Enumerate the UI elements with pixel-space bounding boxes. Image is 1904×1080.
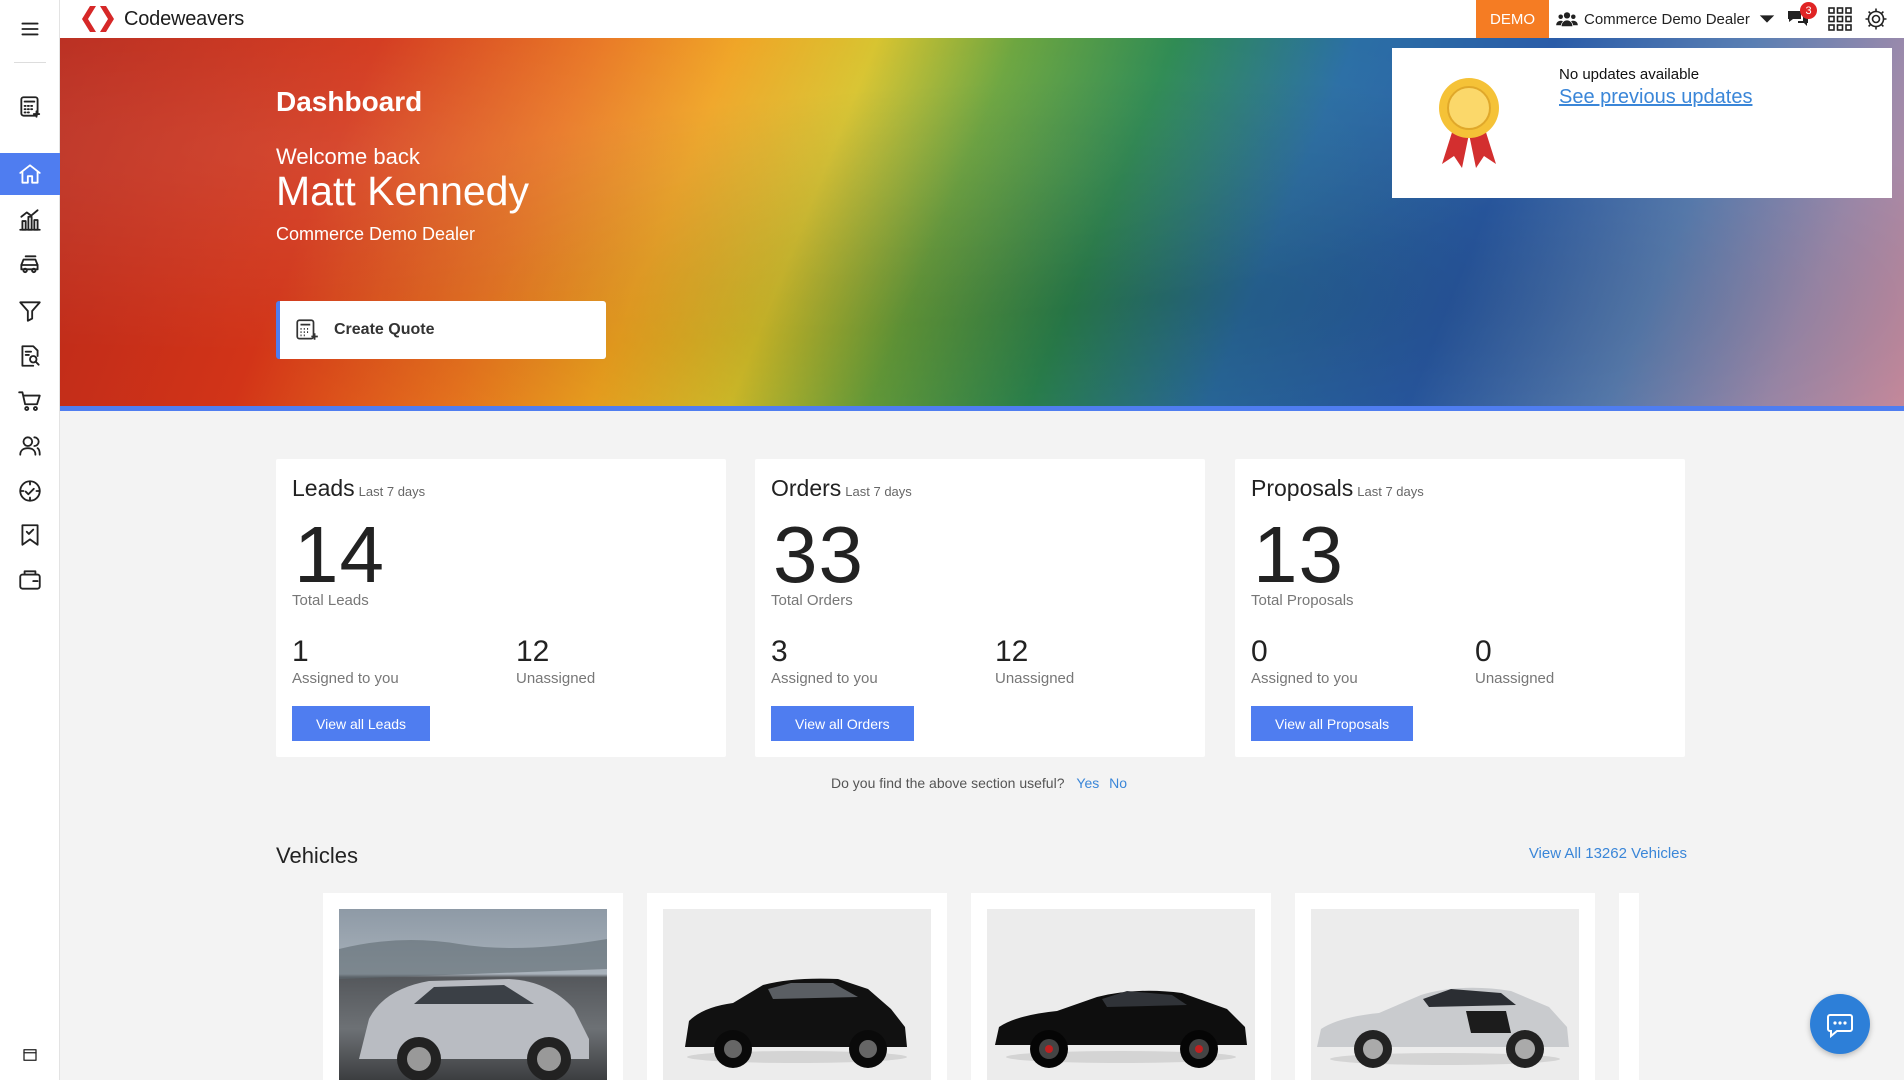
cart-icon[interactable] <box>0 380 60 422</box>
codeweavers-logo-icon <box>82 6 114 32</box>
notification-badge: 3 <box>1800 2 1817 19</box>
view-all-vehicles-link[interactable]: View All 13262 Vehicles <box>1529 845 1687 862</box>
document-search-icon[interactable] <box>0 335 60 377</box>
bookmark-icon[interactable] <box>0 514 60 556</box>
vehicle-card[interactable] <box>1619 893 1639 1080</box>
user-name: Matt Kennedy <box>276 168 529 214</box>
total-count: 33 <box>773 510 864 599</box>
chat-icon <box>1827 1014 1853 1039</box>
dealer-select-label: Commerce Demo Dealer <box>1584 10 1750 28</box>
vehicle-photo <box>339 909 607 1080</box>
settings-gear-icon[interactable] <box>1863 6 1889 32</box>
vehicle-card[interactable] <box>1295 893 1595 1080</box>
analytics-icon[interactable] <box>0 199 60 241</box>
vehicle-card[interactable] <box>971 893 1271 1080</box>
demo-badge: DEMO <box>1476 0 1549 38</box>
assigned-label: Assigned to you <box>1251 670 1358 687</box>
welcome-text: Welcome back <box>276 144 420 169</box>
assigned-label: Assigned to you <box>292 670 399 687</box>
create-quote-button[interactable]: Create Quote <box>276 301 606 359</box>
topbar: Codeweavers DEMO Commerce Demo Dealer 3 <box>60 0 1904 38</box>
orders-card: Orders Last 7 days 33 Total Orders 3 Assi… <box>755 459 1205 757</box>
feedback-prompt: Do you find the above section useful? Ye… <box>831 775 1127 791</box>
live-chat-button[interactable] <box>1810 994 1870 1054</box>
badge-check-icon[interactable] <box>0 470 60 512</box>
total-label: Total Orders <box>771 592 853 609</box>
see-previous-updates-link[interactable]: See previous updates <box>1559 86 1752 109</box>
card-period: Last 7 days <box>845 484 912 499</box>
chevron-down-icon <box>1759 15 1775 23</box>
updates-panel: No updates available See previous update… <box>1392 48 1892 198</box>
unassigned-label: Unassigned <box>516 670 596 687</box>
unassigned-count: 0 <box>1475 635 1492 668</box>
card-period: Last 7 days <box>1357 484 1424 499</box>
group-icon <box>1556 12 1578 27</box>
unassigned-count: 12 <box>995 635 1029 668</box>
proposals-card: Proposals Last 7 days 13 Total Proposals … <box>1235 459 1685 757</box>
view-all-proposals-button[interactable]: View all Proposals <box>1251 706 1414 741</box>
assigned-count: 0 <box>1251 635 1268 668</box>
car-icon[interactable] <box>0 244 60 286</box>
calculator-icon <box>296 319 318 340</box>
total-label: Total Proposals <box>1251 592 1354 609</box>
wallet-icon[interactable] <box>0 559 60 601</box>
hero-divider <box>60 406 1904 411</box>
sidebar-divider <box>14 62 46 63</box>
menu-icon[interactable] <box>0 8 60 50</box>
assigned-count: 1 <box>292 635 309 668</box>
total-count: 13 <box>1253 510 1344 599</box>
window-icon[interactable] <box>0 1034 60 1076</box>
unassigned-label: Unassigned <box>995 670 1075 687</box>
view-all-leads-button[interactable]: View all Leads <box>292 706 431 741</box>
card-title: Orders Last 7 days <box>771 475 912 501</box>
vehicles-heading: Vehicles <box>276 843 358 868</box>
feedback-yes-link[interactable]: Yes <box>1076 775 1099 791</box>
page-title: Dashboard <box>276 86 423 117</box>
assigned-label: Assigned to you <box>771 670 878 687</box>
total-count: 14 <box>294 510 385 599</box>
card-period: Last 7 days <box>358 484 426 499</box>
dealer-select[interactable]: Commerce Demo Dealer <box>1556 0 1778 38</box>
feedback-question: Do you find the above section useful? <box>831 775 1065 791</box>
vehicle-photo <box>987 909 1255 1080</box>
view-all-orders-button[interactable]: View all Orders <box>771 706 914 741</box>
leads-card: Leads Last 7 days 14 Total Leads 1 Assign… <box>276 459 726 757</box>
app-logo[interactable]: Codeweavers <box>80 4 244 34</box>
users-icon[interactable] <box>0 425 60 467</box>
vehicle-photo <box>1311 909 1579 1080</box>
assigned-count: 3 <box>771 635 788 668</box>
award-medal-icon <box>1439 78 1499 168</box>
unassigned-count: 12 <box>516 635 550 668</box>
create-quote-label: Create Quote <box>334 321 435 338</box>
apps-grid-icon[interactable] <box>1827 6 1853 32</box>
calculator-icon[interactable] <box>0 86 60 128</box>
card-title: Proposals Last 7 days <box>1251 475 1424 501</box>
total-label: Total Leads <box>292 592 369 609</box>
feedback-no-link[interactable]: No <box>1109 775 1127 791</box>
sidebar <box>0 0 60 1080</box>
card-title: Leads Last 7 days <box>292 475 426 501</box>
updates-status: No updates available <box>1559 66 1700 83</box>
funnel-icon[interactable] <box>0 290 60 332</box>
unassigned-label: Unassigned <box>1475 670 1555 687</box>
vehicle-card[interactable] <box>323 893 623 1080</box>
vehicle-card[interactable] <box>647 893 947 1080</box>
vehicle-photo <box>663 909 931 1080</box>
app-name: Codeweavers <box>124 7 245 30</box>
dealer-name: Commerce Demo Dealer <box>276 224 476 244</box>
home-icon[interactable] <box>0 153 60 195</box>
